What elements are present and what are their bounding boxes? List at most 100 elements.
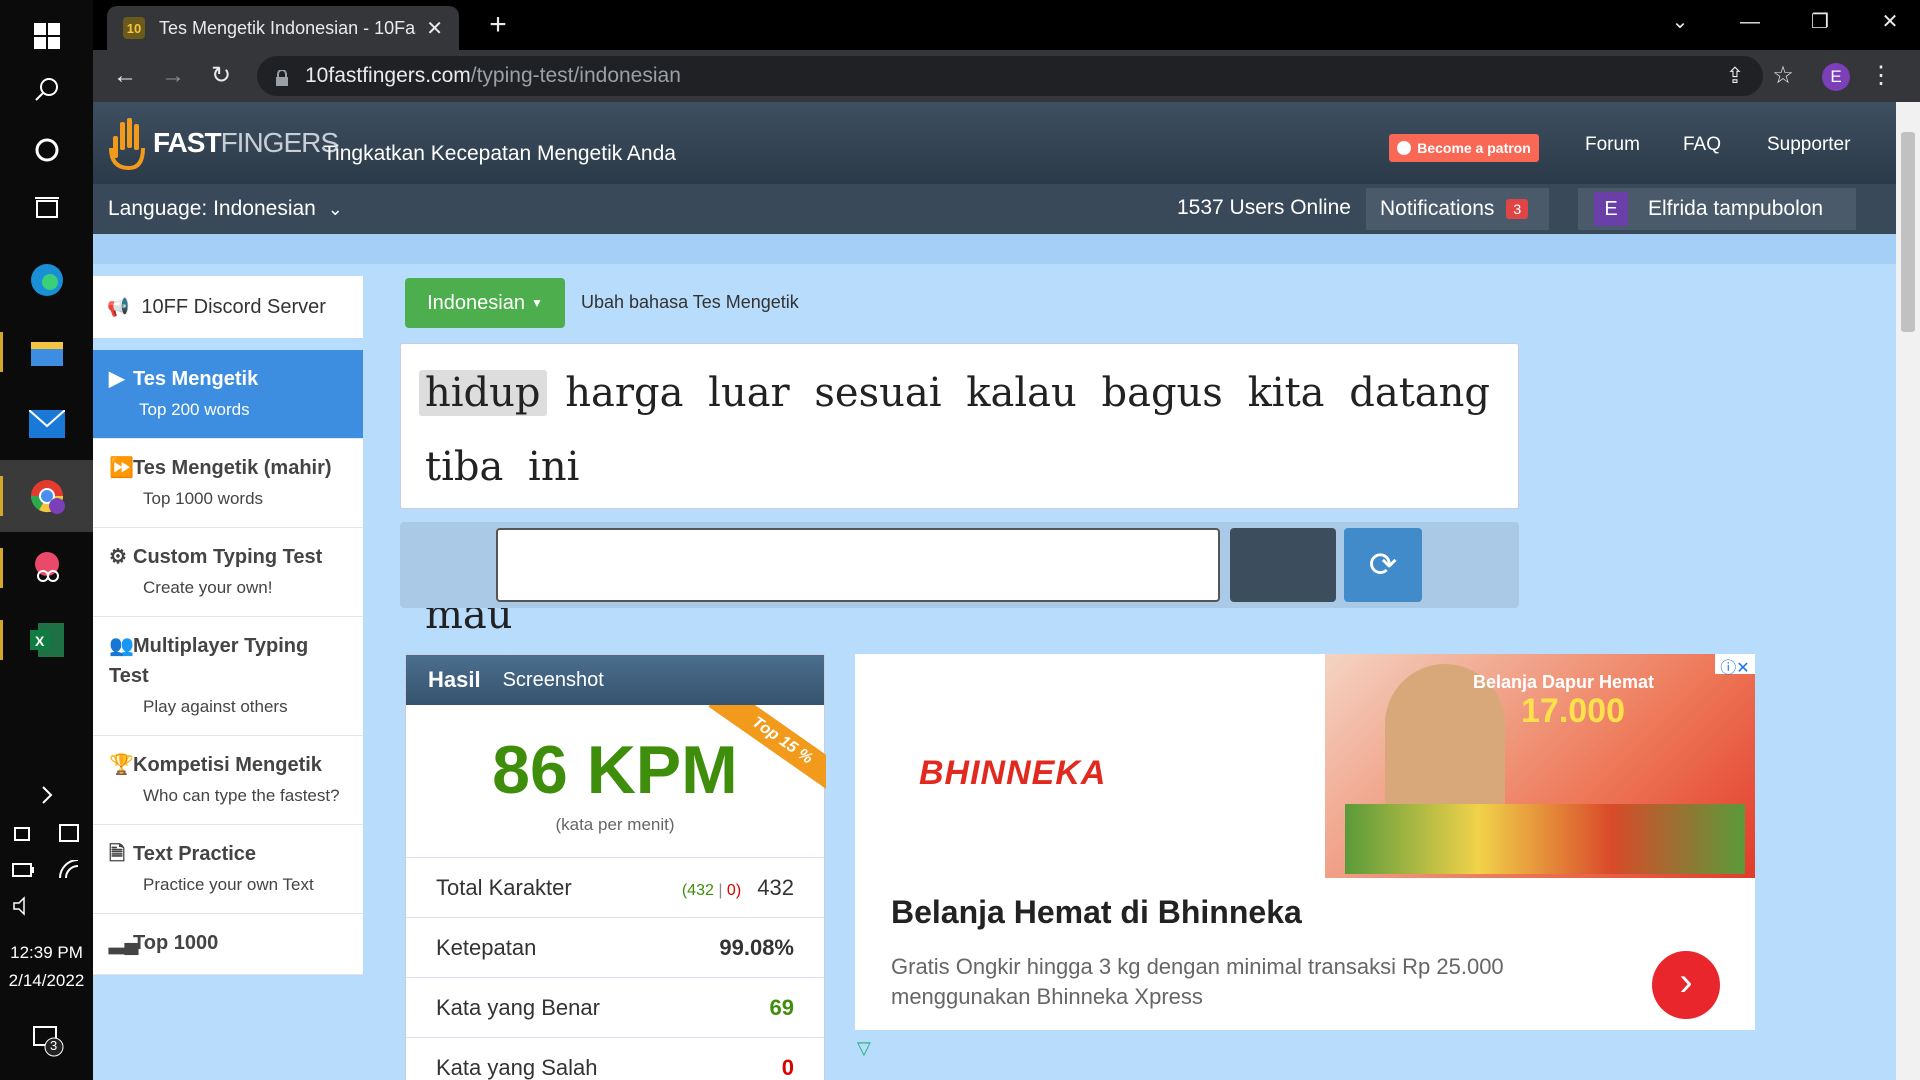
sidebar-item-tes-mengetik-mahir[interactable]: ⏩Tes Mengetik (mahir) Top 1000 words [93,439,363,528]
browser-window: 10 Tes Mengetik Indonesian - 10FastFinge… [93,0,1920,1080]
word: ini [528,444,580,490]
tab-hasil[interactable]: Hasil [428,667,481,693]
ad-close-icon[interactable]: ⓘ✕ [1715,654,1755,677]
result-panel: Hasil Screenshot Top 15 % 86 KPM (kata p… [405,654,826,1080]
word: kalau [966,370,1077,416]
scrollbar-thumb[interactable] [1901,132,1915,332]
close-tab-icon[interactable]: ✕ [426,16,443,41]
bookmark-star-icon[interactable]: ☆ [1765,58,1801,94]
nav-faq[interactable]: FAQ [1683,134,1721,156]
word: hidup [419,370,547,416]
word: sesuai [814,370,942,416]
site-subheader: Language: Indonesian ⌄ 1537 Users Online… [93,184,1896,234]
forward-icon[interactable]: → [155,58,191,94]
discord-link[interactable]: 📢 10FF Discord Server [93,276,363,338]
caret-down-icon: ▼ [530,296,543,310]
row-value: 69 [769,994,794,1020]
browser-tab[interactable]: 10 Tes Mengetik Indonesian - 10FastFinge… [107,6,459,50]
trophy-icon: 🏆 [109,754,134,776]
profile-avatar[interactable]: E [1822,63,1850,91]
volume-icon[interactable] [0,886,46,926]
logo-fingers: FINGERS [220,127,339,158]
hand-logo-icon [109,118,149,171]
discord-label: 10FF Discord Server [141,295,326,318]
pen-icon[interactable] [46,814,92,854]
wifi-icon[interactable] [46,850,92,890]
reload-icon[interactable]: ↻ [203,58,239,94]
row-detail-correct: 432 [687,881,714,899]
minimize-icon[interactable]: — [1715,0,1785,44]
advertisement[interactable]: BHINNEKA Belanja Dapur Hemat 17.000 ⓘ✕ B… [855,654,1755,1030]
sidebar-item-sub: Play against others [143,697,288,716]
ad-choices-icon[interactable]: ▽ [857,1038,871,1059]
notification-count: 3 [50,1038,58,1053]
word: bagus [1101,370,1223,416]
row-detail-sep: | [713,881,727,899]
chevron-down-icon: ⌄ [327,199,343,219]
meet-now-icon[interactable] [0,814,46,854]
chrome-icon[interactable] [0,460,93,532]
notifications-button[interactable]: Notifications 3 [1366,188,1549,230]
restart-refresh-icon[interactable]: ⟳ [1344,528,1422,602]
action-center-icon[interactable]: 3 [0,1010,93,1070]
user-menu[interactable]: E Elfrida tampubolon [1578,188,1856,230]
nav-supporter[interactable]: Supporter [1767,134,1850,156]
word-line-1: hidup harga luar sesuai kalau bagus kita… [419,356,1500,504]
address-bar[interactable]: 10fastfingers.com/typing-test/indonesian [257,56,1763,96]
tab-search-icon[interactable]: ⌄ [1645,0,1715,44]
ad-banner-price: 17.000 [1521,692,1625,730]
row-detail-wrong: 0 [726,881,736,899]
top-percent-ribbon: Top 15 % [706,705,826,825]
page-scrollbar[interactable] [1896,102,1920,1080]
cogs-icon: ⚙ [109,546,127,568]
sidebar-item-title: Tes Mengetik [133,368,259,390]
taskbar-date[interactable]: 2/14/2022 [0,971,93,991]
back-icon[interactable]: ← [107,58,143,94]
snipping-tool-icon[interactable] [0,532,93,604]
task-view-icon[interactable] [0,173,93,245]
ad-go-arrow-icon[interactable]: › [1652,951,1720,1019]
word: tiba [425,444,504,490]
sidebar-item-top-1000[interactable]: ▂▄Top 1000 [93,914,363,975]
new-tab-icon[interactable]: + [481,8,515,42]
typing-input[interactable] [496,528,1220,602]
sidebar-item-title: Top 1000 [133,932,219,954]
close-window-icon[interactable]: ✕ [1855,0,1920,44]
file-explorer-icon[interactable] [0,316,93,388]
ribbon-label: Top 15 % [708,705,826,799]
url-path: /typing-test/indonesian [470,64,681,87]
restore-icon[interactable]: ❐ [1785,0,1855,44]
tab-screenshot[interactable]: Screenshot [503,669,604,692]
tenff-favicon-icon: 10 [123,17,145,39]
sidebar-item-text-practice[interactable]: 🗎 Text Practice Practice your own Text [93,825,363,914]
test-language-button[interactable]: Indonesian ▼ [405,278,565,328]
test-language-label: Indonesian [427,291,525,314]
word-list: hidup harga luar sesuai kalau bagus kita… [400,343,1519,638]
word: kita [1247,370,1325,416]
ad-description: Gratis Ongkir hingga 3 kg dengan minimal… [891,954,1504,1009]
logo-fast: FAST [153,127,222,158]
menu-icon[interactable]: ⋮ [1863,58,1899,94]
language-selector[interactable]: Language: Indonesian ⌄ [108,197,343,221]
result-row-kata-salah: Kata yang Salah 0 [406,1037,824,1080]
become-patron-button[interactable]: Become a patron [1389,134,1539,162]
sidebar-item-multiplayer[interactable]: 👥Multiplayer Typing Test Play against ot… [93,617,363,736]
site-logo[interactable]: FAST FINGERS [109,118,339,171]
lock-icon[interactable] [275,68,289,86]
battery-icon[interactable] [0,850,46,890]
sidebar-item-tes-mengetik[interactable]: ▶ Tes Mengetik Top 200 words [93,350,363,439]
sidebar-item-title: Multiplayer Typing Test [109,635,309,687]
word: luar [708,370,790,416]
sidebar-item-custom-typing-test[interactable]: ⚙ Custom Typing Test Create your own! [93,528,363,617]
sidebar-item-kompetisi[interactable]: 🏆Kompetisi Mengetik Who can type the fas… [93,736,363,825]
result-row-ketepatan: Ketepatan 99.08% [406,917,824,977]
share-icon[interactable]: ⇪ [1717,58,1753,94]
excel-icon[interactable]: X [0,604,93,676]
taskbar-time[interactable]: 12:39 PM [0,943,93,963]
mail-icon[interactable] [0,388,93,460]
site-header: FAST FINGERS Tingkatkan Kecepatan Mengeti… [93,102,1896,184]
users-icon: 👥 [109,635,134,657]
edge-icon[interactable] [0,244,93,316]
nav-forum[interactable]: Forum [1585,134,1640,156]
row-value: 99.08% [719,934,794,960]
